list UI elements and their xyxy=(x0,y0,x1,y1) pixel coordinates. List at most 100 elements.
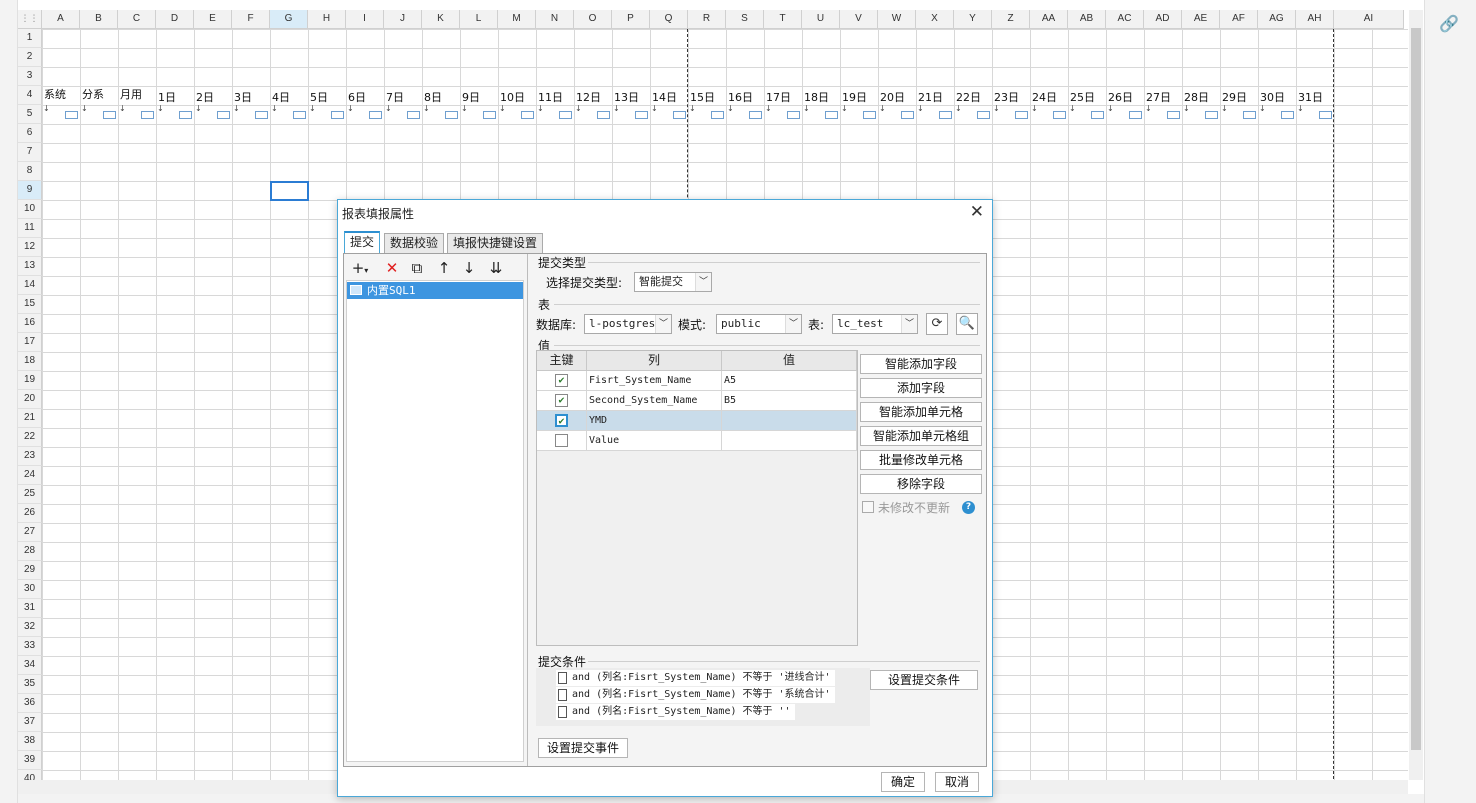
column-header[interactable]: C xyxy=(118,10,156,29)
side-button[interactable]: 智能添加单元格组 xyxy=(860,426,982,446)
value-cell[interactable] xyxy=(722,411,857,431)
table-row[interactable]: Value xyxy=(537,431,857,451)
column-header[interactable]: R xyxy=(688,10,726,29)
side-button[interactable]: 智能添加字段 xyxy=(860,354,982,374)
cell-widget[interactable] xyxy=(1015,111,1028,119)
cell-text[interactable]: 17日 xyxy=(766,89,791,105)
cell-widget[interactable] xyxy=(65,111,78,119)
cell-text[interactable]: 19日 xyxy=(842,89,867,105)
column-header[interactable]: P xyxy=(612,10,650,29)
column-header[interactable]: M xyxy=(498,10,536,29)
cell-text[interactable]: 29日 xyxy=(1222,89,1247,105)
row-header[interactable]: 22 xyxy=(18,428,42,447)
cell-widget[interactable] xyxy=(673,111,686,119)
condition-item[interactable]: and (列名:Fisrt_System_Name) 不等于 '系统合计' xyxy=(556,687,835,703)
row-header[interactable]: 19 xyxy=(18,371,42,390)
copy-icon[interactable]: ⧉ xyxy=(407,258,427,278)
cell-widget[interactable] xyxy=(1129,111,1142,119)
cell-text[interactable]: 14日 xyxy=(652,89,677,105)
table-row[interactable]: ✔ Fisrt_System_Name A5 xyxy=(537,371,857,391)
column-header[interactable]: AB xyxy=(1068,10,1106,29)
column-header[interactable]: D xyxy=(156,10,194,29)
row-header[interactable]: 10 xyxy=(18,200,42,219)
cell-widget[interactable] xyxy=(369,111,382,119)
cell-widget[interactable] xyxy=(825,111,838,119)
cell-text[interactable]: 9日 xyxy=(462,89,480,105)
cell-widget[interactable] xyxy=(1205,111,1218,119)
side-button[interactable]: 添加字段 xyxy=(860,378,982,398)
cell-text[interactable]: 31日 xyxy=(1298,89,1323,105)
cell-text[interactable]: 系统 xyxy=(44,86,66,102)
row-header[interactable]: 13 xyxy=(18,257,42,276)
row-header[interactable]: 26 xyxy=(18,504,42,523)
row-header[interactable]: 7 xyxy=(18,143,42,162)
cell-widget[interactable] xyxy=(1281,111,1294,119)
row-header[interactable]: 12 xyxy=(18,238,42,257)
value-cell[interactable]: B5 xyxy=(722,391,857,411)
cell-text[interactable]: 11日 xyxy=(538,89,563,105)
row-header[interactable]: 4 xyxy=(18,86,42,105)
cell-text[interactable]: 6日 xyxy=(348,89,366,105)
row-header[interactable]: 31 xyxy=(18,599,42,618)
column-header[interactable]: W xyxy=(878,10,916,29)
cell-widget[interactable] xyxy=(1319,111,1332,119)
cell-text[interactable]: 1日 xyxy=(158,89,176,105)
header-value[interactable]: 值 xyxy=(722,351,857,371)
cell-widget[interactable] xyxy=(483,111,496,119)
table-select[interactable]: lc_test ﹀ xyxy=(832,314,918,334)
column-header[interactable]: K xyxy=(422,10,460,29)
column-name-cell[interactable]: Value xyxy=(587,431,722,451)
cell-widget[interactable] xyxy=(977,111,990,119)
side-button[interactable]: 智能添加单元格 xyxy=(860,402,982,422)
row-header[interactable]: 3 xyxy=(18,67,42,86)
select-all-corner[interactable]: ⋮⋮ xyxy=(18,10,42,29)
row-header[interactable]: 14 xyxy=(18,276,42,295)
row-header[interactable]: 37 xyxy=(18,713,42,732)
cell-text[interactable]: 28日 xyxy=(1184,89,1209,105)
row-header[interactable]: 27 xyxy=(18,523,42,542)
cell-text[interactable]: 21日 xyxy=(918,89,943,105)
cell-widget[interactable] xyxy=(217,111,230,119)
cell-text[interactable]: 25日 xyxy=(1070,89,1095,105)
cell-widget[interactable] xyxy=(521,111,534,119)
row-header[interactable]: 20 xyxy=(18,390,42,409)
row-header[interactable]: 38 xyxy=(18,732,42,751)
primary-key-checkbox[interactable]: ✔ xyxy=(555,414,568,427)
add-icon[interactable]: +▾ xyxy=(350,258,370,278)
column-header[interactable]: S xyxy=(726,10,764,29)
database-select[interactable]: l-postgres ﹀ xyxy=(584,314,672,334)
vertical-scroll-thumb[interactable] xyxy=(1411,28,1421,750)
condition-item[interactable]: and (列名:Fisrt_System_Name) 不等于 '' xyxy=(556,704,795,720)
row-header[interactable]: 40 xyxy=(18,770,42,780)
row-header[interactable]: 1 xyxy=(18,29,42,48)
column-header[interactable]: N xyxy=(536,10,574,29)
column-header[interactable]: AG xyxy=(1258,10,1296,29)
vertical-scrollbar[interactable] xyxy=(1409,10,1423,780)
condition-item[interactable]: and (列名:Fisrt_System_Name) 不等于 '进线合计' xyxy=(556,670,835,686)
column-header[interactable]: AC xyxy=(1106,10,1144,29)
column-header[interactable]: AA xyxy=(1030,10,1068,29)
row-header[interactable]: 9 xyxy=(18,181,42,200)
cell-widget[interactable] xyxy=(939,111,952,119)
cell-widget[interactable] xyxy=(1243,111,1256,119)
close-icon[interactable]: ✕ xyxy=(970,202,984,222)
row-header[interactable]: 23 xyxy=(18,447,42,466)
cell-text[interactable]: 18日 xyxy=(804,89,829,105)
row-header[interactable]: 18 xyxy=(18,352,42,371)
cell-text[interactable]: 3日 xyxy=(234,89,252,105)
cell-widget[interactable] xyxy=(711,111,724,119)
column-header[interactable]: Y xyxy=(954,10,992,29)
schema-select[interactable]: public ﹀ xyxy=(716,314,802,334)
column-header[interactable]: AI xyxy=(1334,10,1404,29)
column-name-cell[interactable]: Fisrt_System_Name xyxy=(587,371,722,391)
column-header[interactable]: X xyxy=(916,10,954,29)
selected-cell[interactable] xyxy=(270,181,309,201)
column-header[interactable]: O xyxy=(574,10,612,29)
column-header[interactable]: T xyxy=(764,10,802,29)
row-header[interactable]: 5 xyxy=(18,105,42,124)
column-header[interactable]: F xyxy=(232,10,270,29)
cell-text[interactable]: 5日 xyxy=(310,89,328,105)
row-header[interactable]: 21 xyxy=(18,409,42,428)
side-button[interactable]: 批量修改单元格 xyxy=(860,450,982,470)
column-name-cell[interactable]: YMD xyxy=(587,411,722,431)
